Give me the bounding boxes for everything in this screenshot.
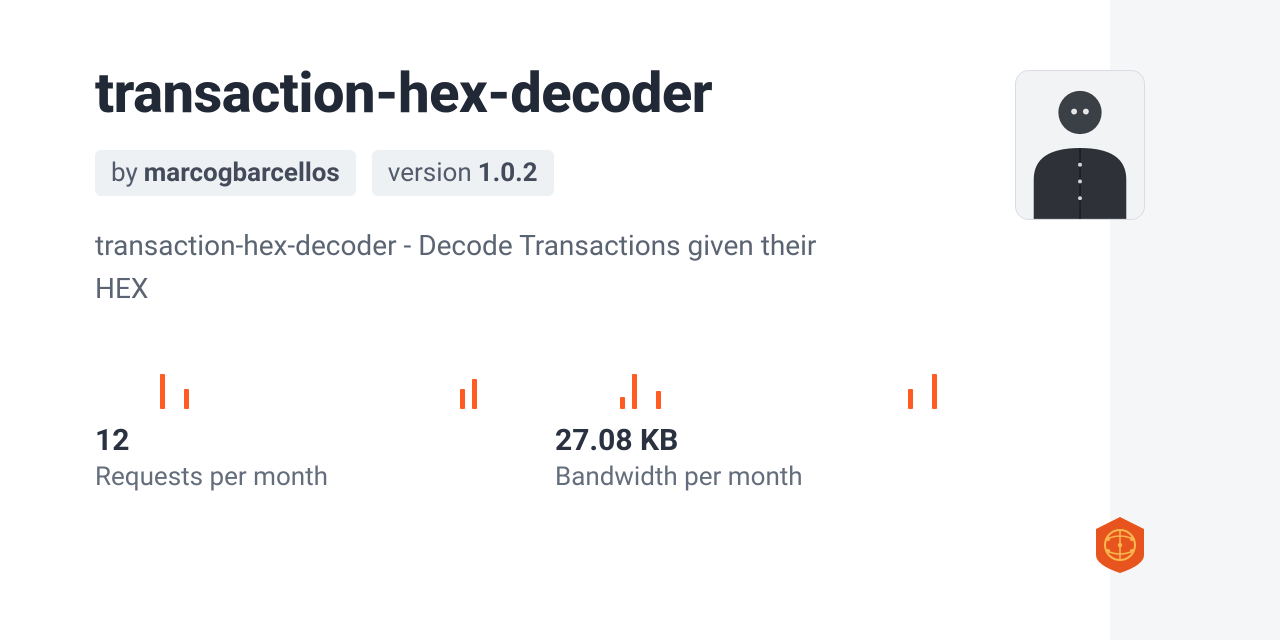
avatar-placeholder-icon [1016, 71, 1144, 219]
jsdelivr-badge-icon [1093, 515, 1147, 575]
author-name: marcogbarcellos [144, 158, 340, 188]
version-prefix: version [388, 158, 472, 188]
version-value: 1.0.2 [478, 158, 538, 188]
spark-bar [472, 379, 477, 409]
author-avatar[interactable] [1015, 70, 1145, 220]
spark-bar [656, 391, 661, 409]
package-description: transaction-hex-decoder - Decode Transac… [95, 224, 855, 311]
meta-chips: by marcogbarcellos version 1.0.2 [95, 150, 995, 196]
package-title: transaction-hex-decoder [95, 60, 995, 126]
bandwidth-value: 27.08 KB [555, 423, 955, 458]
requests-label: Requests per month [95, 462, 495, 492]
version-chip[interactable]: version 1.0.2 [372, 150, 554, 196]
requests-value: 12 [95, 423, 495, 458]
spark-bar [932, 374, 937, 409]
spark-bar [160, 374, 165, 409]
stat-requests: 12 Requests per month [95, 359, 495, 492]
stat-bandwidth: 27.08 KB Bandwidth per month [555, 359, 955, 492]
package-card: transaction-hex-decoder by marcogbarcell… [95, 60, 995, 492]
spark-bar [632, 374, 637, 409]
bandwidth-label: Bandwidth per month [555, 462, 955, 492]
spark-bar [620, 397, 625, 409]
author-prefix: by [111, 158, 138, 188]
bandwidth-sparkline [555, 359, 955, 409]
requests-sparkline [95, 359, 495, 409]
spark-bar [460, 389, 465, 409]
spark-bar [184, 389, 189, 409]
spark-bar [908, 389, 913, 409]
author-chip[interactable]: by marcogbarcellos [95, 150, 356, 196]
stats-row: 12 Requests per month 27.08 KB Bandwidth… [95, 359, 995, 492]
